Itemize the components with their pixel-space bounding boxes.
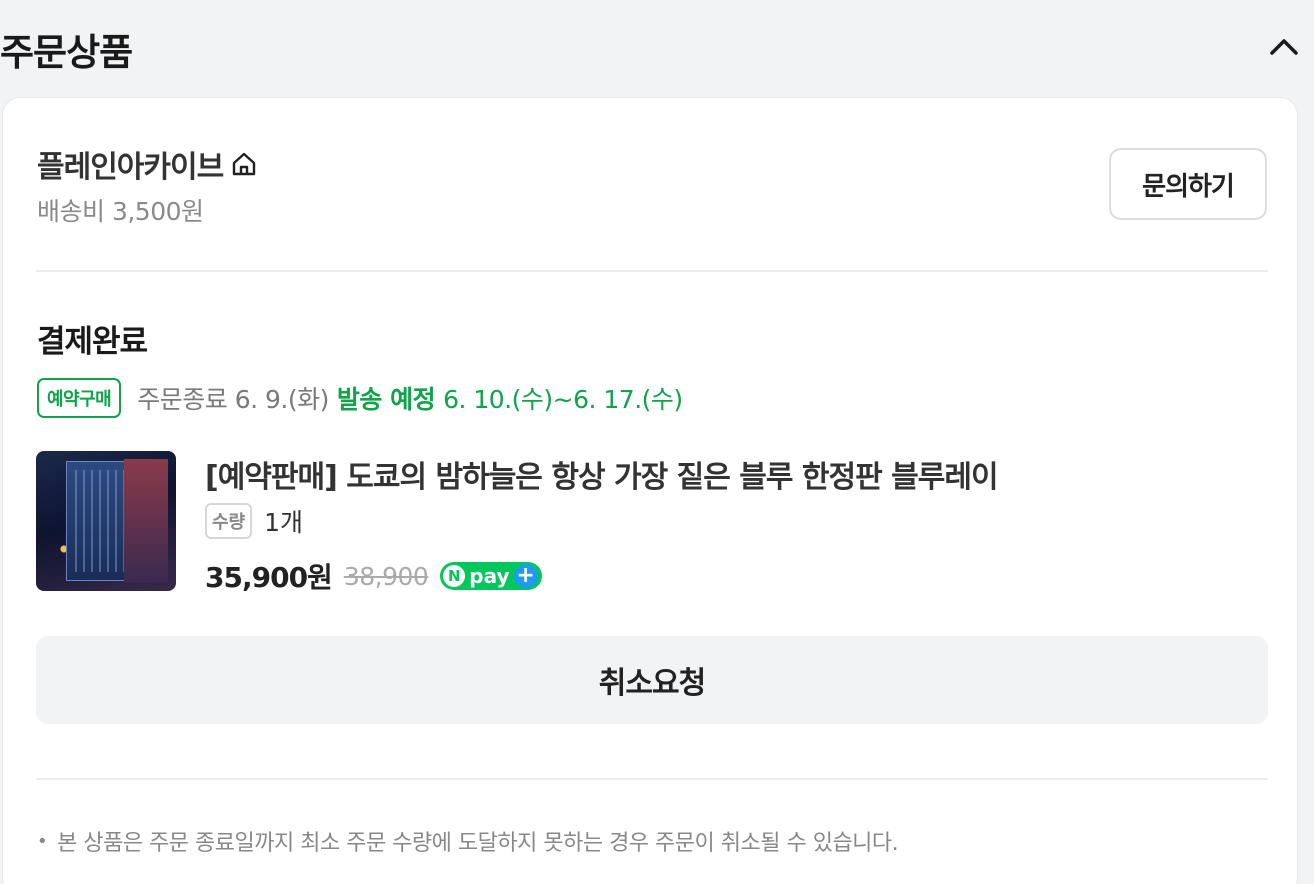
npay-plus-badge: N pay +: [440, 562, 542, 590]
seller-name[interactable]: 플레인아카이브: [37, 142, 259, 186]
preorder-badge: 예약구매: [37, 378, 122, 418]
inquiry-button[interactable]: 문의하기: [1109, 148, 1267, 220]
order-close-date: 주문종료 6. 9.(화): [137, 385, 329, 414]
quantity-badge: 수량: [205, 503, 253, 539]
seller-name-label: 플레인아카이브: [37, 150, 224, 185]
section-header: 주문상품: [0, 0, 1314, 96]
npay-text: pay: [469, 564, 510, 588]
price-line: 35,900원 38,900 N pay +: [205, 556, 542, 596]
collapse-button[interactable]: [1266, 30, 1302, 66]
original-price: 38,900: [343, 561, 429, 591]
product-thumbnail[interactable]: [36, 451, 176, 591]
divider: [36, 778, 1268, 780]
quantity-line: 수량 1개: [205, 503, 303, 539]
product-title[interactable]: [예약판매] 도쿄의 밤하늘은 항상 가장 짙은 블루 한정판 블루레이: [205, 452, 999, 496]
home-icon: [229, 149, 259, 179]
sale-price: 35,900원: [205, 561, 333, 594]
plus-icon: +: [513, 564, 538, 588]
shipping-fee: 배송비 3,500원: [37, 197, 204, 226]
ship-date-range: 6. 10.(수)~6. 17.(수): [443, 385, 683, 414]
npay-n-icon: N: [443, 565, 466, 587]
bullet: •: [37, 830, 48, 852]
ship-label: 발송 예정: [336, 385, 436, 414]
order-status: 결제완료: [37, 324, 148, 360]
chevron-up-icon: [1269, 36, 1299, 60]
cancel-request-button[interactable]: 취소요청: [36, 636, 1268, 724]
order-card: 플레인아카이브 배송비 3,500원 문의하기 결제완료 예약구매 주문종료 6…: [2, 97, 1298, 884]
notice-text: 본 상품은 주문 종료일까지 최소 주문 수량에 도달하지 못하는 경우 주문이…: [57, 831, 899, 856]
quantity-value: 1개: [264, 508, 304, 537]
divider: [36, 270, 1268, 272]
notice: • 본 상품은 주문 종료일까지 최소 주문 수량에 도달하지 못하는 경우 주…: [37, 825, 899, 857]
order-schedule: 예약구매 주문종료 6. 9.(화) 발송 예정 6. 10.(수)~6. 17…: [37, 378, 683, 418]
section-title: 주문상품: [0, 31, 133, 74]
